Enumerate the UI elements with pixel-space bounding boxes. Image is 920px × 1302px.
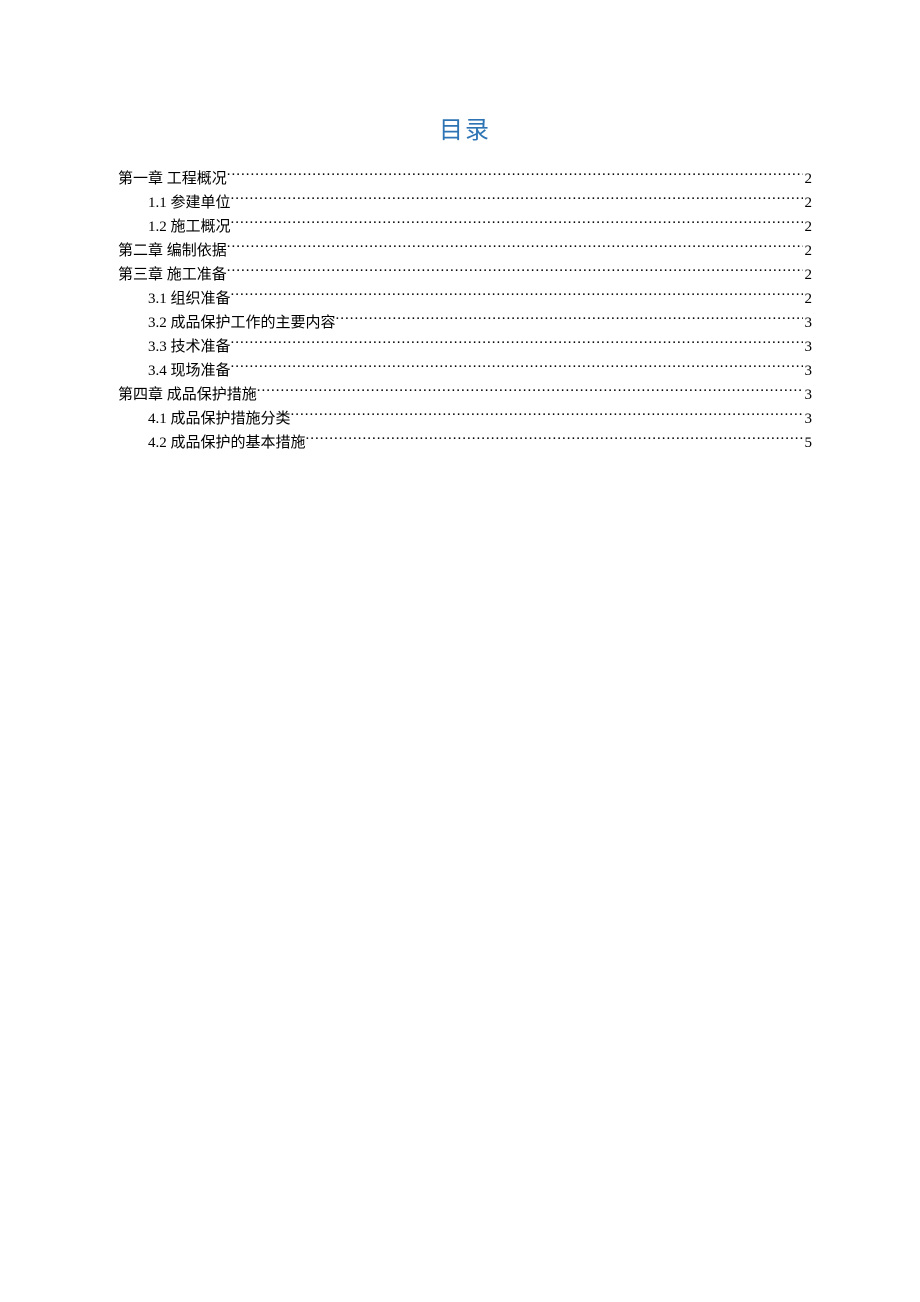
toc-leader-dots <box>291 408 803 423</box>
toc-entry[interactable]: 第二章 编制依据 2 <box>118 239 812 263</box>
toc-page: 2 <box>803 215 813 239</box>
toc-leader-dots <box>336 312 803 327</box>
toc-page: 2 <box>803 167 813 191</box>
toc-label: 第二章 编制依据 <box>118 239 227 263</box>
toc-label: 1.1 参建单位 <box>148 191 231 215</box>
toc-title: 目录 <box>118 110 812 145</box>
toc-label: 4.2 成品保护的基本措施 <box>148 431 306 455</box>
toc-label: 第一章 工程概况 <box>118 167 227 191</box>
toc-entry[interactable]: 4.1 成品保护措施分类 3 <box>118 407 812 431</box>
toc-label: 1.2 施工概况 <box>148 215 231 239</box>
toc-leader-dots <box>231 216 803 231</box>
toc-leader-dots <box>231 360 803 375</box>
toc-page: 2 <box>803 287 813 311</box>
toc-page: 2 <box>803 239 813 263</box>
toc-list: 第一章 工程概况 2 1.1 参建单位 2 1.2 施工概况 2 第二章 编制依… <box>118 167 812 455</box>
toc-leader-dots <box>257 384 803 399</box>
toc-page: 3 <box>803 407 813 431</box>
toc-leader-dots <box>231 288 803 303</box>
toc-page: 2 <box>803 263 813 287</box>
toc-page: 3 <box>803 311 813 335</box>
toc-entry[interactable]: 第三章 施工准备 2 <box>118 263 812 287</box>
toc-label: 3.2 成品保护工作的主要内容 <box>148 311 336 335</box>
toc-entry[interactable]: 第四章 成品保护措施 3 <box>118 383 812 407</box>
toc-label: 第四章 成品保护措施 <box>118 383 257 407</box>
toc-entry[interactable]: 第一章 工程概况 2 <box>118 167 812 191</box>
toc-label: 3.1 组织准备 <box>148 287 231 311</box>
toc-entry[interactable]: 3.1 组织准备 2 <box>118 287 812 311</box>
toc-leader-dots <box>227 168 803 183</box>
toc-label: 4.1 成品保护措施分类 <box>148 407 291 431</box>
toc-leader-dots <box>231 192 803 207</box>
toc-entry[interactable]: 1.1 参建单位 2 <box>118 191 812 215</box>
toc-entry[interactable]: 3.4 现场准备 3 <box>118 359 812 383</box>
toc-leader-dots <box>227 264 803 279</box>
toc-leader-dots <box>306 432 803 447</box>
toc-leader-dots <box>231 336 803 351</box>
toc-leader-dots <box>227 240 803 255</box>
toc-label: 第三章 施工准备 <box>118 263 227 287</box>
toc-page: 2 <box>803 191 813 215</box>
toc-page: 5 <box>803 431 813 455</box>
toc-page: 3 <box>803 383 813 407</box>
toc-entry[interactable]: 4.2 成品保护的基本措施 5 <box>118 431 812 455</box>
toc-page: 3 <box>803 359 813 383</box>
toc-page: 3 <box>803 335 813 359</box>
toc-label: 3.3 技术准备 <box>148 335 231 359</box>
toc-label: 3.4 现场准备 <box>148 359 231 383</box>
toc-entry[interactable]: 3.3 技术准备 3 <box>118 335 812 359</box>
toc-entry[interactable]: 1.2 施工概况 2 <box>118 215 812 239</box>
toc-entry[interactable]: 3.2 成品保护工作的主要内容 3 <box>118 311 812 335</box>
